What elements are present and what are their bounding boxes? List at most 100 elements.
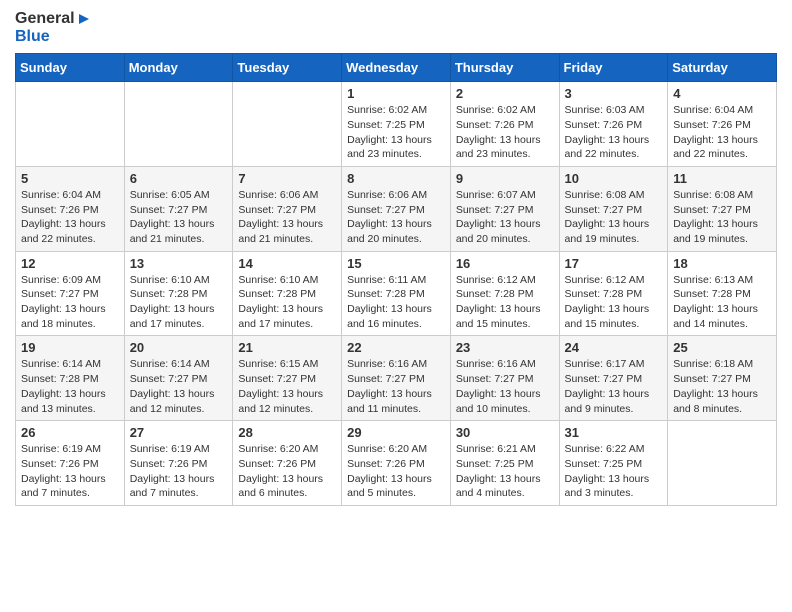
day-cell: 12Sunrise: 6:09 AM Sunset: 7:27 PM Dayli… (16, 251, 125, 336)
day-info: Sunrise: 6:08 AM Sunset: 7:27 PM Dayligh… (673, 188, 771, 247)
header: General Blue (15, 10, 777, 45)
day-info: Sunrise: 6:22 AM Sunset: 7:25 PM Dayligh… (565, 442, 663, 501)
weekday-header-monday: Monday (124, 54, 233, 82)
day-info: Sunrise: 6:18 AM Sunset: 7:27 PM Dayligh… (673, 357, 771, 416)
day-number: 10 (565, 171, 663, 186)
weekday-header-friday: Friday (559, 54, 668, 82)
day-cell: 30 Sunrise: 6:21 AM Sunset: 7:25 PM Dayli… (450, 421, 559, 506)
day-number: 18 (673, 256, 771, 271)
week-row-5: 26 Sunrise: 6:19 AM Sunset: 7:26 PM Dayli… (16, 421, 777, 506)
day-info: Sunrise: 6:09 AM Sunset: 7:27 PM Dayligh… (21, 273, 119, 332)
day-number: 4 (673, 86, 771, 101)
day-number: 19 (21, 340, 119, 355)
day-number: 11 (673, 171, 771, 186)
day-info: Sunrise: 6:15 AM Sunset: 7:27 PM Dayligh… (238, 357, 336, 416)
day-info: Sunrise: 6:14 AM Sunset: 7:28 PM Dayligh… (21, 357, 119, 416)
day-number: 26 (21, 425, 119, 440)
weekday-header-saturday: Saturday (668, 54, 777, 82)
day-info: Sunrise: 6:13 AM Sunset: 7:28 PM Dayligh… (673, 273, 771, 332)
day-info: Sunrise: 6:21 AM Sunset: 7:25 PM Dayligh… (456, 442, 554, 501)
day-cell (233, 82, 342, 167)
day-cell: 23 Sunrise: 6:16 AM Sunset: 7:27 PM Dayli… (450, 336, 559, 421)
weekday-header-tuesday: Tuesday (233, 54, 342, 82)
week-row-4: 19 Sunrise: 6:14 AM Sunset: 7:28 PM Dayli… (16, 336, 777, 421)
week-row-1: 1 Sunrise: 6:02 AM Sunset: 7:25 PM Daylig… (16, 82, 777, 167)
day-info: Sunrise: 6:02 AM Sunset: 7:26 PM Dayligh… (456, 103, 554, 162)
day-number: 21 (238, 340, 336, 355)
day-number: 29 (347, 425, 445, 440)
day-number: 2 (456, 86, 554, 101)
day-number: 24 (565, 340, 663, 355)
day-info: Sunrise: 6:16 AM Sunset: 7:27 PM Dayligh… (456, 357, 554, 416)
day-cell: 22Sunrise: 6:16 AM Sunset: 7:27 PM Dayli… (342, 336, 451, 421)
day-info: Sunrise: 6:12 AM Sunset: 7:28 PM Dayligh… (456, 273, 554, 332)
calendar: SundayMondayTuesdayWednesdayThursdayFrid… (15, 53, 777, 506)
day-number: 25 (673, 340, 771, 355)
day-number: 6 (130, 171, 228, 186)
day-cell: 3Sunrise: 6:03 AM Sunset: 7:26 PM Daylig… (559, 82, 668, 167)
day-cell: 14 Sunrise: 6:10 AM Sunset: 7:28 PM Dayli… (233, 251, 342, 336)
day-cell: 31 Sunrise: 6:22 AM Sunset: 7:25 PM Dayli… (559, 421, 668, 506)
day-number: 15 (347, 256, 445, 271)
day-cell: 5Sunrise: 6:04 AM Sunset: 7:26 PM Daylig… (16, 166, 125, 251)
day-info: Sunrise: 6:10 AM Sunset: 7:28 PM Dayligh… (130, 273, 228, 332)
day-number: 30 (456, 425, 554, 440)
page-container: General Blue SundayMondayTuesdayWednesda… (0, 0, 792, 516)
day-cell (16, 82, 125, 167)
day-cell: 10 Sunrise: 6:08 AM Sunset: 7:27 PM Dayli… (559, 166, 668, 251)
day-cell: 18 Sunrise: 6:13 AM Sunset: 7:28 PM Dayli… (668, 251, 777, 336)
day-number: 31 (565, 425, 663, 440)
day-number: 16 (456, 256, 554, 271)
weekday-header-sunday: Sunday (16, 54, 125, 82)
day-cell: 6 Sunrise: 6:05 AM Sunset: 7:27 PM Daylig… (124, 166, 233, 251)
weekday-header-thursday: Thursday (450, 54, 559, 82)
day-number: 13 (130, 256, 228, 271)
day-info: Sunrise: 6:07 AM Sunset: 7:27 PM Dayligh… (456, 188, 554, 247)
day-info: Sunrise: 6:11 AM Sunset: 7:28 PM Dayligh… (347, 273, 445, 332)
day-cell: 25 Sunrise: 6:18 AM Sunset: 7:27 PM Dayli… (668, 336, 777, 421)
day-info: Sunrise: 6:06 AM Sunset: 7:27 PM Dayligh… (347, 188, 445, 247)
day-number: 5 (21, 171, 119, 186)
day-info: Sunrise: 6:19 AM Sunset: 7:26 PM Dayligh… (21, 442, 119, 501)
day-info: Sunrise: 6:20 AM Sunset: 7:26 PM Dayligh… (347, 442, 445, 501)
day-cell: 17Sunrise: 6:12 AM Sunset: 7:28 PM Dayli… (559, 251, 668, 336)
logo-arrow-icon (77, 12, 91, 26)
logo: General Blue (15, 10, 91, 45)
day-cell: 21 Sunrise: 6:15 AM Sunset: 7:27 PM Dayli… (233, 336, 342, 421)
day-info: Sunrise: 6:02 AM Sunset: 7:25 PM Dayligh… (347, 103, 445, 162)
logo-blue: Blue (15, 28, 50, 45)
day-cell: 11 Sunrise: 6:08 AM Sunset: 7:27 PM Dayli… (668, 166, 777, 251)
day-cell: 13 Sunrise: 6:10 AM Sunset: 7:28 PM Dayli… (124, 251, 233, 336)
day-cell: 4 Sunrise: 6:04 AM Sunset: 7:26 PM Daylig… (668, 82, 777, 167)
day-cell: 1 Sunrise: 6:02 AM Sunset: 7:25 PM Daylig… (342, 82, 451, 167)
day-cell: 27Sunrise: 6:19 AM Sunset: 7:26 PM Dayli… (124, 421, 233, 506)
day-number: 7 (238, 171, 336, 186)
day-info: Sunrise: 6:05 AM Sunset: 7:27 PM Dayligh… (130, 188, 228, 247)
day-number: 22 (347, 340, 445, 355)
day-info: Sunrise: 6:14 AM Sunset: 7:27 PM Dayligh… (130, 357, 228, 416)
day-cell: 26 Sunrise: 6:19 AM Sunset: 7:26 PM Dayli… (16, 421, 125, 506)
day-number: 17 (565, 256, 663, 271)
day-cell (668, 421, 777, 506)
logo-text: General Blue (15, 10, 91, 45)
logo-general: General (15, 10, 75, 27)
day-number: 20 (130, 340, 228, 355)
day-cell: 24 Sunrise: 6:17 AM Sunset: 7:27 PM Dayli… (559, 336, 668, 421)
day-info: Sunrise: 6:20 AM Sunset: 7:26 PM Dayligh… (238, 442, 336, 501)
day-number: 8 (347, 171, 445, 186)
day-cell: 8 Sunrise: 6:06 AM Sunset: 7:27 PM Daylig… (342, 166, 451, 251)
day-number: 14 (238, 256, 336, 271)
day-cell: 9 Sunrise: 6:07 AM Sunset: 7:27 PM Daylig… (450, 166, 559, 251)
day-info: Sunrise: 6:08 AM Sunset: 7:27 PM Dayligh… (565, 188, 663, 247)
day-info: Sunrise: 6:10 AM Sunset: 7:28 PM Dayligh… (238, 273, 336, 332)
day-cell: 7 Sunrise: 6:06 AM Sunset: 7:27 PM Daylig… (233, 166, 342, 251)
day-info: Sunrise: 6:04 AM Sunset: 7:26 PM Dayligh… (673, 103, 771, 162)
day-cell: 16 Sunrise: 6:12 AM Sunset: 7:28 PM Dayli… (450, 251, 559, 336)
weekday-header-wednesday: Wednesday (342, 54, 451, 82)
day-number: 1 (347, 86, 445, 101)
day-info: Sunrise: 6:17 AM Sunset: 7:27 PM Dayligh… (565, 357, 663, 416)
day-number: 9 (456, 171, 554, 186)
day-number: 23 (456, 340, 554, 355)
weekday-header-row: SundayMondayTuesdayWednesdayThursdayFrid… (16, 54, 777, 82)
day-info: Sunrise: 6:06 AM Sunset: 7:27 PM Dayligh… (238, 188, 336, 247)
